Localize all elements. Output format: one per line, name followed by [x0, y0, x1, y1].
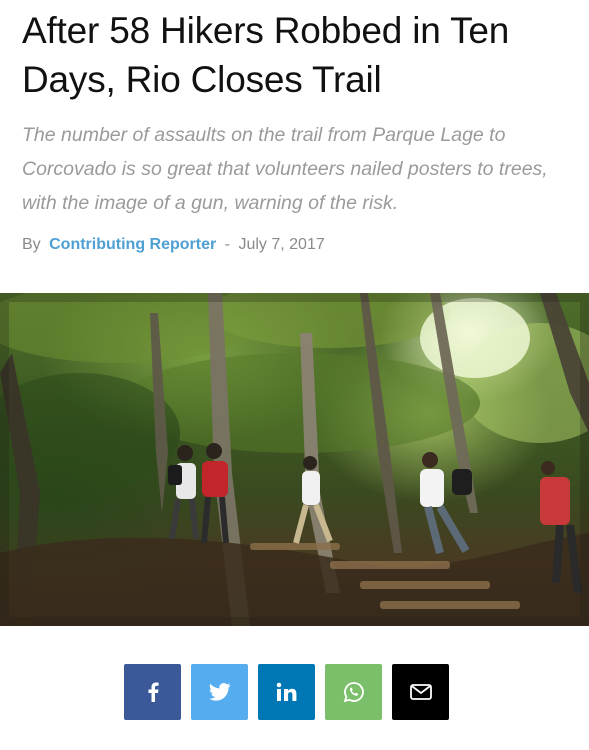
- article-featured-image: [0, 293, 589, 626]
- trail-hikers-photo: [0, 293, 589, 626]
- whatsapp-share-button[interactable]: [325, 664, 382, 720]
- article-headline: After 58 Hikers Robbed in Ten Days, Rio …: [22, 10, 510, 100]
- author-link[interactable]: Contributing Reporter: [49, 236, 216, 253]
- whatsapp-icon: [343, 681, 365, 703]
- twitter-share-button[interactable]: [191, 664, 248, 720]
- email-share-button[interactable]: [392, 664, 449, 720]
- linkedin-share-button[interactable]: [258, 664, 315, 720]
- email-icon: [409, 684, 432, 700]
- facebook-icon: [147, 682, 159, 702]
- article-subheadline: The number of assaults on the trail from…: [22, 124, 548, 214]
- byline-prefix: By: [22, 236, 41, 253]
- twitter-icon: [208, 683, 231, 701]
- article-byline: By Contributing Reporter - July 7, 2017: [22, 235, 325, 255]
- linkedin-icon: [276, 682, 298, 702]
- facebook-share-button[interactable]: [124, 664, 181, 720]
- byline-separator: -: [224, 236, 230, 253]
- share-bar: [124, 664, 449, 720]
- publish-date: July 7, 2017: [238, 236, 325, 253]
